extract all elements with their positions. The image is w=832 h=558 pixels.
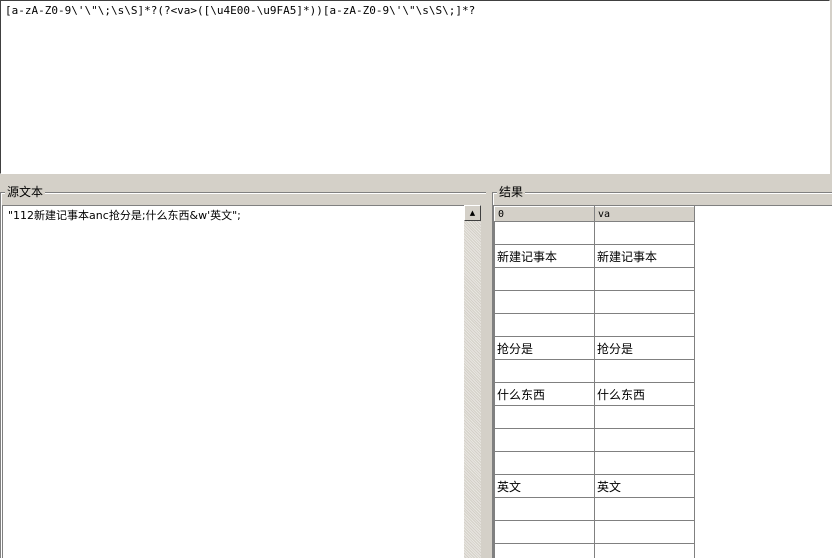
scroll-up-button[interactable]: ▲ bbox=[464, 205, 481, 221]
cell-match[interactable] bbox=[494, 428, 595, 452]
cell-match[interactable] bbox=[494, 451, 595, 475]
table-row[interactable] bbox=[494, 221, 695, 245]
cell-va[interactable]: 什么东西 bbox=[594, 382, 695, 406]
up-arrow-icon: ▲ bbox=[469, 209, 476, 217]
cell-va[interactable] bbox=[594, 520, 695, 544]
cell-match[interactable] bbox=[494, 359, 595, 383]
cell-match[interactable] bbox=[494, 497, 595, 521]
table-row[interactable] bbox=[494, 428, 695, 452]
source-text-legend: 源文本 bbox=[5, 185, 46, 199]
table-row[interactable] bbox=[494, 313, 695, 337]
cell-match[interactable]: 英文 bbox=[494, 474, 595, 498]
table-row[interactable]: 抢分是 抢分是 bbox=[494, 336, 695, 360]
cell-match[interactable] bbox=[494, 221, 595, 245]
regex-input[interactable]: [a-zA-Z0-9\'\"\;\s\S]*?(?<va>([\u4E00-\u… bbox=[0, 0, 830, 174]
cell-match[interactable] bbox=[494, 290, 595, 314]
cell-va[interactable] bbox=[594, 405, 695, 429]
table-row[interactable] bbox=[494, 520, 695, 544]
cell-va[interactable] bbox=[594, 497, 695, 521]
table-row[interactable]: 新建记事本 新建记事本 bbox=[494, 244, 695, 268]
table-row[interactable]: 英文 英文 bbox=[494, 474, 695, 498]
column-header-va[interactable]: va bbox=[594, 206, 695, 222]
table-row[interactable]: 什么东西 什么东西 bbox=[494, 382, 695, 406]
cell-match[interactable] bbox=[494, 520, 595, 544]
cell-va[interactable] bbox=[594, 543, 695, 558]
cell-match[interactable] bbox=[494, 267, 595, 291]
cell-va[interactable] bbox=[594, 428, 695, 452]
table-row[interactable] bbox=[494, 267, 695, 291]
cell-va[interactable] bbox=[594, 451, 695, 475]
cell-match[interactable] bbox=[494, 313, 595, 337]
results-grid-panel: 0 va 新建记事本 新建记事本 抢分是 抢分是 什么东西 什么东西 英文 英文 bbox=[493, 205, 832, 558]
cell-va[interactable] bbox=[594, 267, 695, 291]
results-header-row: 0 va bbox=[494, 206, 695, 222]
column-header-0[interactable]: 0 bbox=[494, 206, 595, 222]
table-row[interactable] bbox=[494, 451, 695, 475]
results-group: 结果 0 va 新建记事本 新建记事本 抢分是 抢分是 什么东西 什么东西 英文 英文 bbox=[492, 185, 832, 558]
table-row[interactable] bbox=[494, 359, 695, 383]
cell-match[interactable]: 什么东西 bbox=[494, 382, 595, 406]
cell-va[interactable] bbox=[594, 290, 695, 314]
results-legend: 结果 bbox=[497, 185, 526, 199]
cell-va[interactable] bbox=[594, 221, 695, 245]
results-table: 0 va 新建记事本 新建记事本 抢分是 抢分是 什么东西 什么东西 英文 英文 bbox=[494, 206, 695, 558]
source-text-input[interactable]: "112新建记事本anc抢分是;什么东西&w'英文"; bbox=[2, 205, 464, 558]
cell-va[interactable] bbox=[594, 313, 695, 337]
table-row[interactable] bbox=[494, 290, 695, 314]
results-table-body: 新建记事本 新建记事本 抢分是 抢分是 什么东西 什么东西 英文 英文 bbox=[494, 221, 695, 558]
table-row[interactable] bbox=[494, 543, 695, 558]
horizontal-splitter[interactable] bbox=[0, 175, 832, 182]
cell-va[interactable]: 抢分是 bbox=[594, 336, 695, 360]
cell-va[interactable]: 新建记事本 bbox=[594, 244, 695, 268]
table-row[interactable] bbox=[494, 497, 695, 521]
cell-match[interactable]: 抢分是 bbox=[494, 336, 595, 360]
cell-va[interactable] bbox=[594, 359, 695, 383]
cell-match[interactable]: 新建记事本 bbox=[494, 244, 595, 268]
cell-match[interactable] bbox=[494, 405, 595, 429]
source-vertical-scrollbar[interactable]: ▲ bbox=[464, 205, 481, 558]
cell-match[interactable] bbox=[494, 543, 595, 558]
table-row[interactable] bbox=[494, 405, 695, 429]
source-text-group: 源文本 "112新建记事本anc抢分是;什么东西&w'英文"; ▲ bbox=[0, 185, 486, 558]
cell-va[interactable]: 英文 bbox=[594, 474, 695, 498]
